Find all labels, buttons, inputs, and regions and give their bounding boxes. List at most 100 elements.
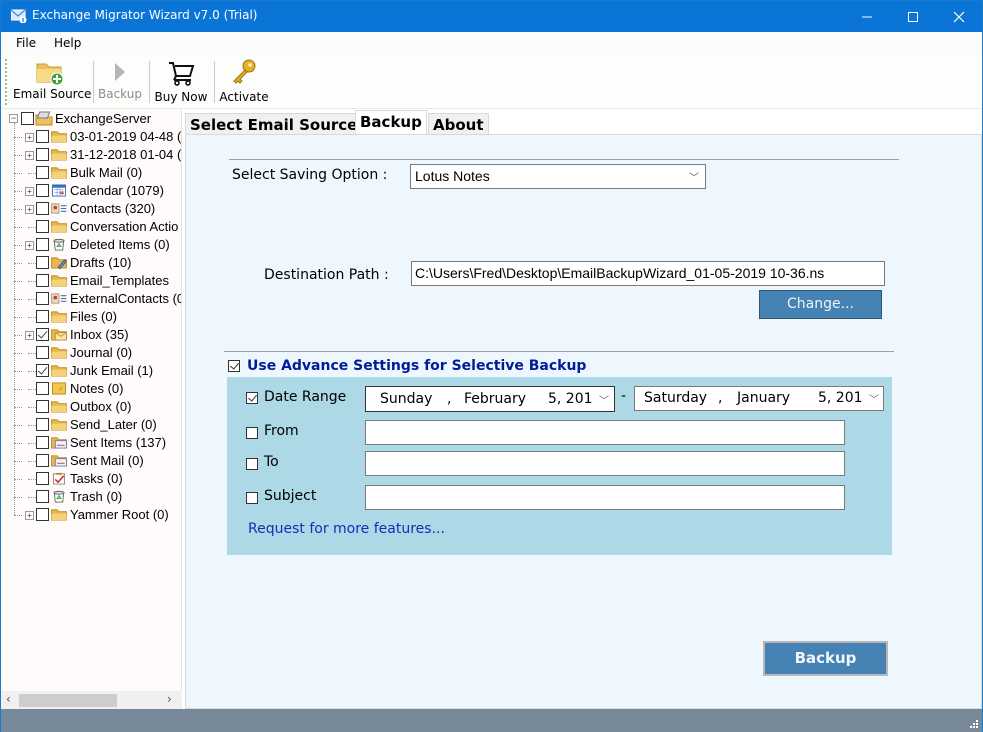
- tree-item[interactable]: + Calendar (1079): [1, 182, 181, 200]
- tree-item[interactable]: Trash (0): [1, 488, 181, 506]
- from-checkbox[interactable]: [246, 427, 258, 439]
- tree-checkbox[interactable]: [36, 328, 49, 341]
- tree-item[interactable]: Junk Email (1): [1, 362, 181, 380]
- tree-item[interactable]: Send_Later (0): [1, 416, 181, 434]
- tree-item[interactable]: + Yammer Root (0): [1, 506, 181, 524]
- expand-icon[interactable]: +: [25, 511, 34, 520]
- tree-item-label: Sent Mail (0): [70, 453, 144, 468]
- tree-item[interactable]: +31-12-2018 01-04 (0: [1, 146, 181, 164]
- tree-checkbox[interactable]: [36, 454, 49, 467]
- tree-checkbox[interactable]: [36, 436, 49, 449]
- tree-item[interactable]: Sent Items (137): [1, 434, 181, 452]
- tree-checkbox[interactable]: [36, 490, 49, 503]
- menu-help[interactable]: Help: [54, 36, 81, 50]
- tree-connector: [28, 407, 36, 408]
- tree-checkbox[interactable]: [36, 310, 49, 323]
- toolbar-separator: [214, 61, 215, 103]
- backup-toolbar-button[interactable]: Backup: [97, 57, 143, 107]
- date-to-separator: ,: [718, 390, 723, 406]
- date-range-checkbox[interactable]: [246, 392, 258, 404]
- tree-item[interactable]: Drafts (10): [1, 254, 181, 272]
- date-to-picker[interactable]: Saturday , January 5, 201 ﹀: [634, 386, 884, 411]
- tree-item[interactable]: Files (0): [1, 308, 181, 326]
- tree-checkbox[interactable]: [36, 364, 49, 377]
- expand-icon[interactable]: +: [25, 133, 34, 142]
- tab-select-email-source[interactable]: Select Email Source: [185, 113, 363, 135]
- expand-icon[interactable]: +: [25, 151, 34, 160]
- tree-checkbox[interactable]: [36, 400, 49, 413]
- tree-item[interactable]: Outbox (0): [1, 398, 181, 416]
- folder-icon: [51, 167, 67, 179]
- backup-button[interactable]: Backup: [763, 641, 888, 676]
- tree-checkbox[interactable]: [36, 508, 49, 521]
- toolbar-separator: [93, 61, 94, 103]
- tree-checkbox[interactable]: [36, 202, 49, 215]
- tree-item[interactable]: + Contacts (320): [1, 200, 181, 218]
- tree-checkbox[interactable]: [36, 238, 49, 251]
- resize-grip-icon[interactable]: [969, 719, 979, 729]
- tree-root[interactable]: − ExchangeServer: [1, 110, 181, 128]
- tree-item[interactable]: + Inbox (35): [1, 326, 181, 344]
- to-checkbox[interactable]: [246, 458, 258, 470]
- change-button[interactable]: Change...: [759, 290, 882, 319]
- advance-settings-label: Use Advance Settings for Selective Backu…: [247, 358, 587, 374]
- activate-button[interactable]: Activate: [218, 57, 270, 107]
- tree-checkbox[interactable]: [36, 148, 49, 161]
- tree-item[interactable]: Email_Templates: [1, 272, 181, 290]
- close-button[interactable]: [936, 1, 982, 32]
- tree-checkbox[interactable]: [36, 166, 49, 179]
- advance-settings-checkbox[interactable]: [228, 360, 240, 372]
- scroll-left-icon[interactable]: ‹: [6, 692, 11, 706]
- request-features-link[interactable]: Request for more features...: [248, 521, 445, 537]
- tree-checkbox[interactable]: [36, 274, 49, 287]
- tree-item[interactable]: Conversation Actio: [1, 218, 181, 236]
- tree-checkbox[interactable]: [36, 256, 49, 269]
- sent-icon: [51, 455, 67, 467]
- buy-now-button[interactable]: Buy Now: [153, 57, 209, 107]
- tree-checkbox[interactable]: [36, 346, 49, 359]
- tab-about[interactable]: About: [428, 113, 489, 135]
- tree-item[interactable]: Tasks (0): [1, 470, 181, 488]
- subject-checkbox[interactable]: [246, 492, 258, 504]
- tree-checkbox[interactable]: [36, 184, 49, 197]
- tab-strip: Select Email Source Backup About: [185, 109, 982, 136]
- tree-connector: [28, 461, 36, 462]
- subject-input[interactable]: [365, 485, 845, 510]
- toolbar-grip[interactable]: [5, 59, 7, 105]
- tree-item[interactable]: +03-01-2019 04-48 (0: [1, 128, 181, 146]
- menu-file[interactable]: File: [16, 36, 36, 50]
- tree-item[interactable]: ExternalContacts (0: [1, 290, 181, 308]
- tree-item[interactable]: + Deleted Items (0): [1, 236, 181, 254]
- to-input[interactable]: [365, 451, 845, 476]
- expand-icon[interactable]: +: [25, 331, 34, 340]
- tree-checkbox[interactable]: [21, 112, 34, 125]
- tree-checkbox[interactable]: [36, 418, 49, 431]
- tree-item[interactable]: Sent Mail (0): [1, 452, 181, 470]
- from-input[interactable]: [365, 420, 845, 445]
- toolbar-separator: [149, 61, 150, 103]
- tree-item[interactable]: Bulk Mail (0): [1, 164, 181, 182]
- collapse-icon[interactable]: −: [9, 114, 18, 123]
- tree-checkbox[interactable]: [36, 382, 49, 395]
- email-source-button[interactable]: Email Source: [13, 57, 91, 107]
- tab-backup[interactable]: Backup: [355, 110, 427, 136]
- expand-icon[interactable]: +: [25, 205, 34, 214]
- scrollbar-thumb[interactable]: [19, 694, 117, 707]
- saving-option-select[interactable]: Lotus Notes ﹀: [410, 164, 706, 189]
- expand-icon[interactable]: +: [25, 241, 34, 250]
- tree-item[interactable]: Notes (0): [1, 380, 181, 398]
- destination-path-input[interactable]: C:\Users\Fred\Desktop\EmailBackupWizard_…: [411, 261, 885, 286]
- maximize-button[interactable]: [890, 1, 936, 32]
- tree-connector: [14, 299, 22, 300]
- date-from-picker[interactable]: Sunday , February 5, 201 ﹀: [365, 386, 615, 412]
- scroll-right-icon[interactable]: ›: [167, 692, 172, 706]
- expand-icon[interactable]: +: [25, 187, 34, 196]
- tree-connector: [14, 371, 22, 372]
- tree-checkbox[interactable]: [36, 472, 49, 485]
- tree-horizontal-scrollbar[interactable]: ‹ ›: [1, 691, 182, 709]
- minimize-button[interactable]: [844, 1, 890, 32]
- tree-checkbox[interactable]: [36, 220, 49, 233]
- tree-checkbox[interactable]: [36, 130, 49, 143]
- tree-item[interactable]: Journal (0): [1, 344, 181, 362]
- tree-checkbox[interactable]: [36, 292, 49, 305]
